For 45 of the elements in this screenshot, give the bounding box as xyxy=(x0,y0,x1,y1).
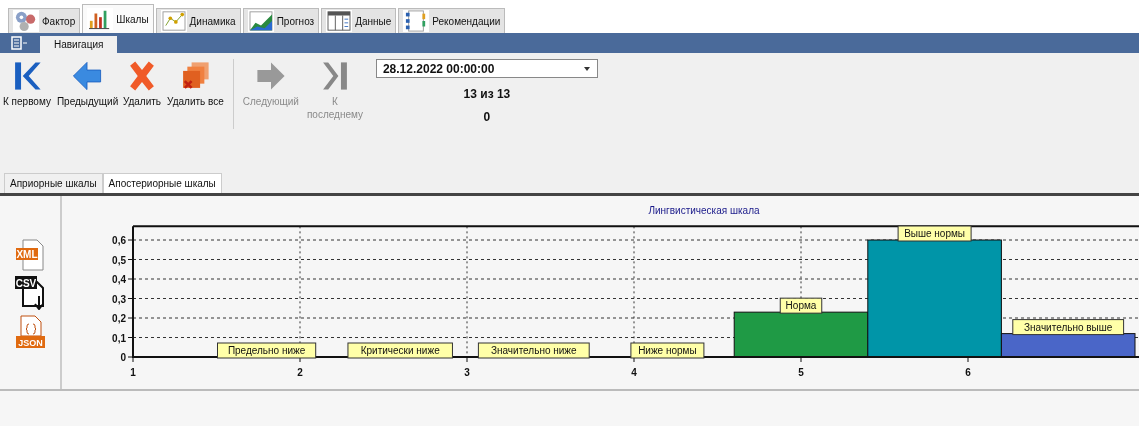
bar-chart-icon xyxy=(87,8,114,30)
ribbon-tab[interactable]: Навигация xyxy=(40,36,118,53)
data-label: Значительно выше xyxy=(1012,319,1125,336)
module-tab[interactable]: Рекомендации xyxy=(398,8,506,33)
data-label: Предельно ниже xyxy=(217,342,317,359)
y-tick-label: 0,4 xyxy=(112,274,126,285)
data-label: Критически ниже xyxy=(347,342,453,359)
x-tick-label: 2 xyxy=(297,367,303,378)
y-tick-label: 0,6 xyxy=(112,235,126,246)
caret-icon xyxy=(582,65,591,72)
toolbar-button[interactable]: Предыдущий xyxy=(53,59,120,108)
scale-tab[interactable]: Априорные шкалы xyxy=(4,173,103,193)
x-tick-label: 4 xyxy=(631,367,637,378)
y-tick-label: 0 xyxy=(120,352,126,363)
x-tick-label: 6 xyxy=(965,367,971,378)
scale-tab[interactable]: Апостериорные шкалы xyxy=(102,173,222,193)
module-tab[interactable]: Динамика xyxy=(155,8,241,33)
toolbar-button[interactable]: Удалить xyxy=(119,59,165,108)
y-tick-label: 0,5 xyxy=(112,254,126,266)
y-tick-label: 0,3 xyxy=(112,293,126,305)
chart-title: Лингвистическая шкала xyxy=(648,205,760,216)
data-label: Значительно ниже xyxy=(477,342,590,359)
module-tab[interactable]: Прогноз xyxy=(242,8,320,33)
x-tick-label: 5 xyxy=(798,367,804,378)
toolbar-button[interactable]: К первому xyxy=(0,59,54,108)
module-tab[interactable]: Шкалы xyxy=(82,4,154,33)
x-tick-label: 1 xyxy=(130,367,136,378)
y-tick-label: 0,2 xyxy=(112,313,126,324)
data-label: Ниже нормы xyxy=(630,342,705,359)
gears-icon xyxy=(13,10,39,32)
module-tab[interactable]: Данные xyxy=(321,8,397,33)
notebook-icon xyxy=(403,10,430,32)
toolbar-button[interactable]: Удалить все xyxy=(164,59,227,108)
data-label: Норма xyxy=(779,297,823,314)
y-tick-label: 0,1 xyxy=(112,332,126,344)
area-chart-icon xyxy=(247,10,274,32)
data-label: Выше нормы xyxy=(897,225,972,242)
date-dropdown[interactable]: 28.12.2022 00:00:00 xyxy=(375,59,598,78)
x-tick-label: 3 xyxy=(464,367,470,378)
menu-icon[interactable] xyxy=(8,35,30,51)
record-counter: 13 из 13 xyxy=(463,87,511,101)
record-value: 0 xyxy=(483,110,491,124)
scatter-chart-icon xyxy=(160,10,187,32)
module-tab[interactable]: Фактор xyxy=(8,8,81,33)
table-icon xyxy=(326,10,353,32)
